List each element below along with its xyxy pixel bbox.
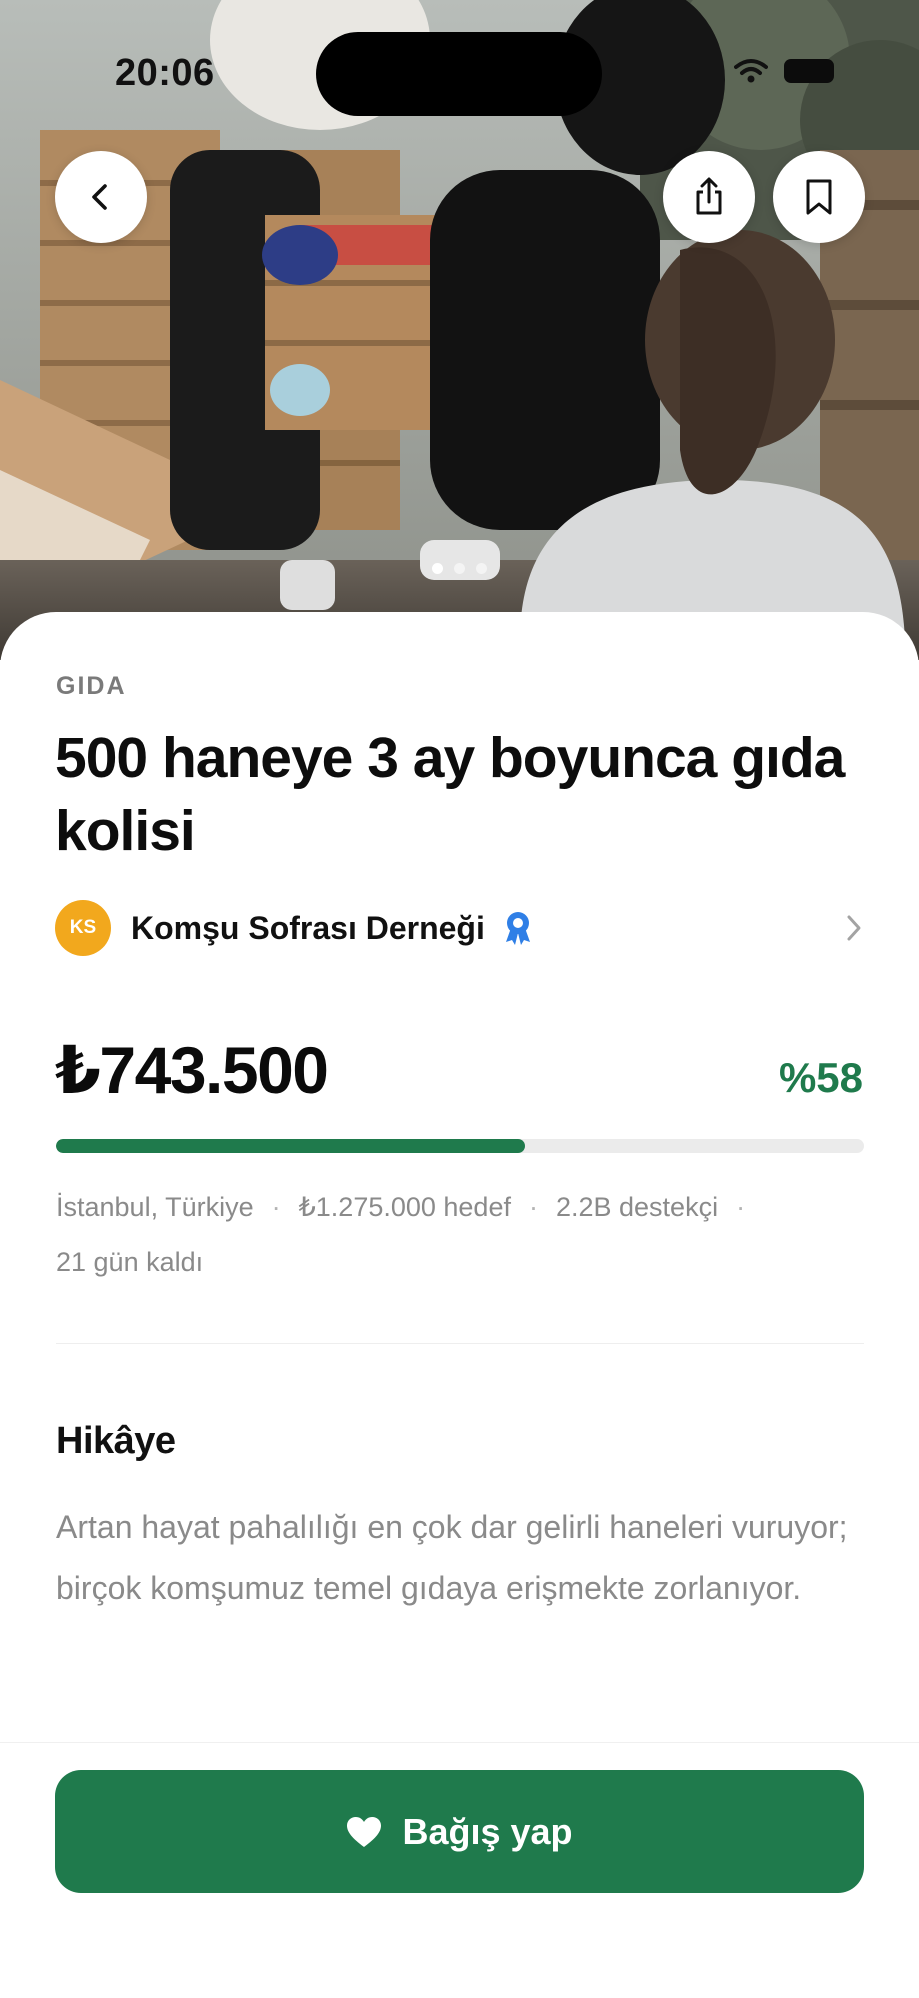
organization-row[interactable]: KS Komşu Sofrası Derneği (55, 900, 864, 956)
story-heading: Hikâye (56, 1420, 176, 1462)
heart-icon (347, 1816, 382, 1847)
section-divider (56, 1343, 864, 1344)
bookmark-icon (806, 179, 832, 215)
dynamic-island (316, 32, 602, 116)
meta-separator: · (271, 1192, 281, 1222)
gallery-dot[interactable] (454, 563, 465, 574)
status-icons (734, 58, 834, 84)
back-button[interactable] (55, 151, 147, 243)
meta-days-left: 21 gün kaldı (56, 1247, 204, 1277)
campaign-meta: İstanbul, Türkiye · ₺1.275.000 hedef · 2.2B … (56, 1180, 876, 1290)
battery-icon (784, 59, 834, 83)
story-text: Artan hayat pahalılığı en çok dar gelirl… (56, 1509, 848, 1606)
hero-image[interactable]: 20:06 (0, 0, 919, 660)
raised-amount: ₺743.500 (55, 1033, 329, 1107)
meta-supporters: 2.2B destekçi (555, 1192, 719, 1222)
meta-location: İstanbul, Türkiye (56, 1192, 254, 1222)
share-icon (696, 177, 722, 215)
chevron-right-icon (847, 915, 861, 941)
funded-percent: %58 (778, 1054, 863, 1101)
status-time: 20:06 (115, 52, 215, 94)
donate-button-label: Bağış yap (402, 1810, 573, 1852)
bookmark-button[interactable] (773, 151, 865, 243)
award-badge-icon (503, 911, 533, 945)
chevron-left-icon (92, 184, 107, 210)
share-button[interactable] (663, 151, 755, 243)
funding-progress-fill (56, 1139, 525, 1153)
funding-progress-bar (56, 1139, 864, 1153)
campaign-title: 500 haneye 3 ay boyunca gıda kolisi (55, 726, 845, 863)
wifi-icon (734, 59, 768, 83)
donate-button[interactable]: Bağış yap (55, 1770, 864, 1893)
meta-goal: ₺1.275.000 hedef (298, 1192, 511, 1222)
organization-avatar: KS (55, 900, 111, 956)
gallery-dot[interactable] (476, 563, 487, 574)
meta-separator: · (736, 1192, 746, 1222)
gallery-dot[interactable] (432, 563, 443, 574)
campaign-category: GIDA (56, 672, 127, 700)
organization-name: Komşu Sofrası Derneği (131, 909, 485, 946)
gallery-pagination (0, 563, 919, 574)
meta-separator: · (528, 1192, 538, 1222)
campaign-detail-screen: 20:06 GIDA 500 haneye 3 ay boyunca gıda … (0, 0, 919, 1998)
